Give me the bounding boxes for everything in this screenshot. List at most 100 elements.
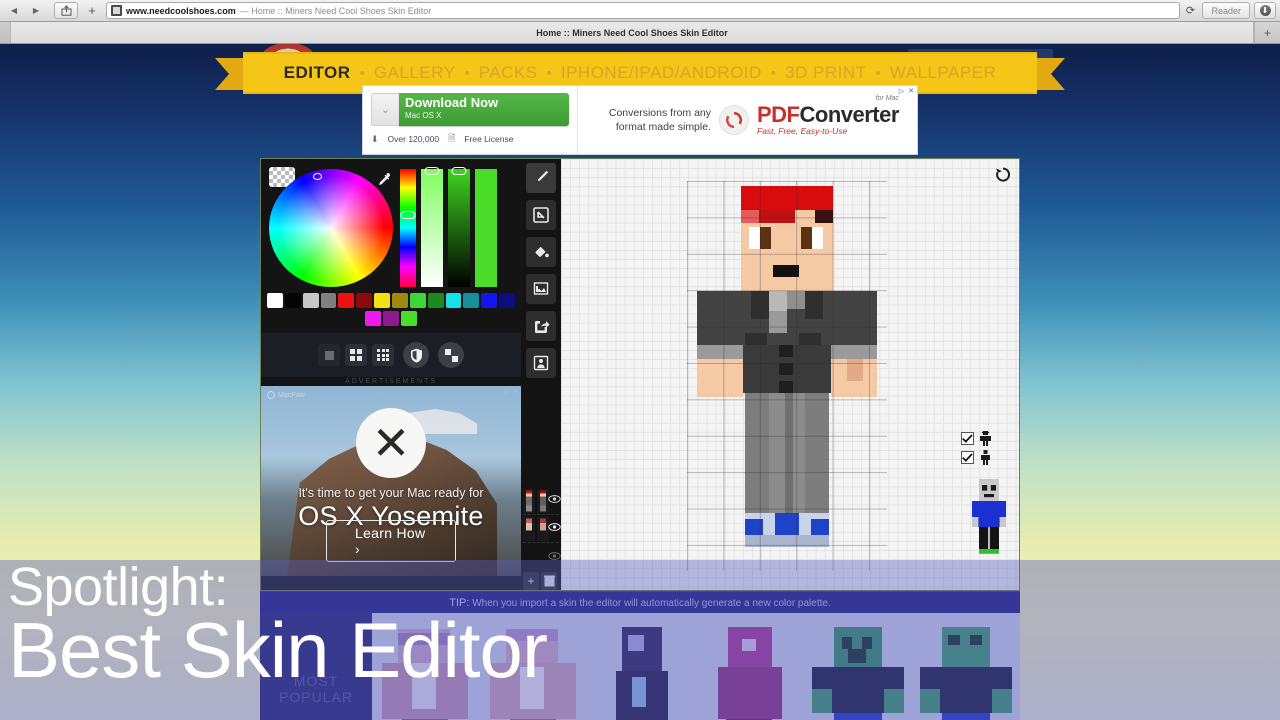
browser-tab[interactable]: Home :: Miners Need Cool Shoes Skin Edit… (10, 22, 1254, 43)
skin-tool-button[interactable] (526, 348, 556, 378)
toggle-outer-layer[interactable] (961, 431, 1007, 446)
nav-item-gallery[interactable]: GALLERY (374, 63, 456, 83)
ad-download-main: Download Now Mac OS X (399, 93, 569, 126)
hue-slider-knob[interactable] (400, 211, 416, 220)
toggle-base-layer[interactable] (961, 450, 1007, 465)
ad-choices-mark[interactable]: ▷ ✕ (505, 388, 518, 396)
skin-pixel-button (779, 363, 793, 375)
nav-item-wallpaper[interactable]: WALLPAPER (890, 63, 997, 83)
swatch[interactable] (365, 311, 381, 326)
nav-item-packs[interactable]: PACKS (479, 63, 538, 83)
ad-brand-panel: ▷ ✕ Conversions from any format made sim… (578, 86, 917, 154)
reload-button[interactable]: ⟳ (1180, 4, 1200, 17)
swatch[interactable] (356, 293, 373, 308)
eye-visibility-icon[interactable] (548, 494, 561, 504)
color-wheel-cursor[interactable] (313, 173, 322, 180)
new-tab-button[interactable]: + (82, 2, 102, 19)
palette-row-1 (267, 293, 516, 308)
nav-item-editor[interactable]: EDITOR (284, 63, 351, 83)
forward-button[interactable]: ▶ (26, 3, 46, 19)
swatch[interactable] (320, 293, 337, 308)
skin-pixel-face (795, 210, 815, 223)
brush-tool-button[interactable] (526, 163, 556, 193)
brush-size-2-button[interactable] (345, 344, 367, 366)
mask-shield-button[interactable] (403, 342, 429, 368)
skin-pixel-eye-white (812, 227, 823, 249)
swatch[interactable] (427, 293, 444, 308)
top-advertisement[interactable]: ⌄ Download Now Mac OS X ⬇ Over 120,000 🗎… (362, 85, 918, 155)
share-tool-button[interactable] (526, 311, 556, 341)
armor-layer-icon (980, 431, 991, 446)
layer-row[interactable] (523, 487, 561, 515)
swatch[interactable] (383, 311, 399, 326)
swatch[interactable] (445, 293, 462, 308)
skin-pixel-eye-white (749, 227, 760, 249)
address-bar[interactable]: www.needcoolshoes.com — Home :: Miners N… (106, 2, 1181, 19)
color-picker-panel (261, 159, 521, 291)
swatch[interactable] (392, 293, 408, 308)
saturation-slider[interactable] (421, 167, 443, 287)
tab-add-button[interactable]: + (1254, 22, 1280, 43)
macpaw-logo: MacPaw (267, 391, 305, 399)
ad-download-button[interactable]: ⌄ Download Now Mac OS X (371, 93, 569, 126)
nav-separator: • (464, 64, 470, 82)
swatch[interactable] (481, 293, 498, 308)
skin-preview-thumbnail[interactable] (971, 479, 1007, 559)
bucket-tool-button[interactable] (526, 237, 556, 267)
brush-size-1-button[interactable] (318, 344, 340, 366)
side-ad-cta-button[interactable]: Learn How › (326, 520, 456, 562)
saturation-slider-knob[interactable] (424, 167, 440, 175)
editor-left-panel: ADVERTISEMENTS MacPaw ▷ ✕ ✕ It's time to… (261, 159, 521, 590)
swatch[interactable] (338, 293, 355, 308)
ad-choices-mark[interactable]: ▷ ✕ (899, 87, 915, 95)
skin-pixel-shoe-sole (745, 535, 829, 547)
skin-pixel-hair (741, 186, 833, 210)
back-button[interactable]: ◀ (4, 3, 24, 19)
swatch[interactable] (374, 293, 391, 308)
skin-pixel-pants-dark (805, 393, 829, 513)
palette-row-2 (267, 311, 515, 326)
downloads-button[interactable]: ⬇ (1254, 2, 1276, 19)
brush-size-3-button[interactable] (372, 344, 394, 366)
outer-layer-checkbox[interactable] (961, 432, 974, 445)
eye-visibility-icon[interactable] (548, 522, 561, 532)
base-layer-checkbox[interactable] (961, 451, 974, 464)
nav-item-3d-print[interactable]: 3D PRINT (785, 63, 866, 83)
swatch[interactable] (401, 311, 417, 326)
value-slider[interactable] (448, 167, 470, 287)
alpha-slider[interactable] (475, 169, 497, 287)
layer-row[interactable] (523, 515, 561, 543)
reload-icon: ⟳ (1185, 5, 1196, 17)
skin-pixel-sleeve (831, 345, 877, 359)
swatch[interactable] (302, 293, 319, 308)
skin-canvas[interactable] (561, 159, 1019, 590)
swatch[interactable] (284, 293, 301, 308)
url-text: www.needcoolshoes.com (126, 5, 236, 16)
nav-item-mobile[interactable]: IPHONE/IPAD/ANDROID (561, 63, 762, 83)
swatch[interactable] (267, 293, 283, 308)
eyedropper-button[interactable] (373, 169, 395, 191)
swatch[interactable] (463, 293, 480, 308)
ad-copy-text: Conversions from any format made simple. (608, 107, 711, 133)
swatch[interactable] (409, 293, 426, 308)
screenshot-root: ◀ ▶ + www.needcoolshoes.com — Home :: Mi… (0, 0, 1280, 720)
value-slider-knob[interactable] (451, 167, 467, 175)
ad-downloads-count: Over 120,000 (387, 134, 440, 144)
skin-character-model[interactable] (687, 181, 887, 571)
reader-button[interactable]: Reader (1202, 2, 1250, 19)
macpaw-logo-text: MacPaw (278, 391, 305, 399)
paintbrush-icon (536, 170, 549, 184)
ad-license-label: Free License (464, 134, 514, 144)
gallery-tool-button[interactable] (526, 274, 556, 304)
skin-pixel-jacket-dark (751, 291, 769, 319)
macpaw-ring-icon (267, 391, 275, 399)
undo-button[interactable] (994, 165, 1012, 183)
skin-pixel-shoe-blue (745, 519, 763, 535)
import-image-icon (533, 207, 549, 223)
hue-slider[interactable] (400, 169, 416, 287)
share-button[interactable] (54, 2, 78, 19)
swatch[interactable] (499, 293, 516, 308)
side-advertisement[interactable]: MacPaw ▷ ✕ ✕ It's time to get your Mac r… (261, 386, 521, 576)
import-tool-button[interactable] (526, 200, 556, 230)
noise-gradient-button[interactable] (438, 342, 464, 368)
